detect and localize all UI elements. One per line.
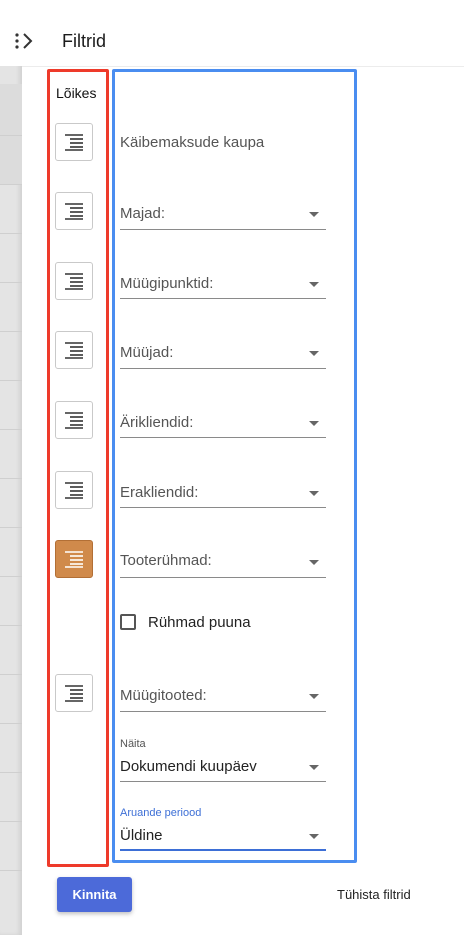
- product-groups-select-label: Tooterühmad:: [120, 552, 212, 569]
- chevron-down-icon[interactable]: [309, 834, 319, 839]
- align-right-lines-icon: [65, 685, 83, 702]
- segment-toggle-houses[interactable]: [55, 192, 93, 230]
- segment-toggle-business-clients[interactable]: [55, 401, 93, 439]
- background-page-strip: [0, 0, 22, 935]
- houses-select-underline: [120, 229, 326, 230]
- align-right-lines-icon: [65, 203, 83, 220]
- segment-column-highlight: [47, 69, 109, 867]
- private-clients-select-underline: [120, 507, 326, 508]
- apply-button[interactable]: Kinnita: [57, 877, 132, 912]
- chevron-right-expand-icon: [15, 33, 33, 49]
- show-by-label: Näita: [120, 738, 146, 750]
- segment-toggle-vat[interactable]: [55, 123, 93, 161]
- chevron-down-icon[interactable]: [309, 765, 319, 770]
- align-right-lines-icon: [65, 342, 83, 359]
- filters-column-highlight: [112, 69, 357, 863]
- sale-products-select-underline: [120, 711, 326, 712]
- chevron-down-icon[interactable]: [309, 282, 319, 287]
- sale-products-select-label: Müügitooted:: [120, 687, 207, 704]
- sale-points-select-label: Müügipunktid:: [120, 275, 214, 292]
- panel-header: Filtrid: [15, 0, 464, 67]
- segment-toggle-private-clients[interactable]: [55, 471, 93, 509]
- align-right-lines-icon: [65, 551, 83, 568]
- collapse-panel-button[interactable]: [12, 28, 38, 54]
- segment-toggle-product-groups[interactable]: [55, 540, 93, 578]
- segment-toggle-sale-points[interactable]: [55, 262, 93, 300]
- sellers-select-label: Müüjad:: [120, 344, 174, 361]
- segment-toggle-sale-products[interactable]: [55, 674, 93, 712]
- business-clients-select-underline: [120, 437, 326, 438]
- panel-title: Filtrid: [62, 31, 106, 51]
- align-right-lines-icon: [65, 273, 83, 290]
- chevron-down-icon[interactable]: [309, 351, 319, 356]
- align-right-lines-icon: [65, 412, 83, 429]
- filters-panel: Filtrid Lõikes Käibemaksude kaupa Majad:…: [15, 0, 464, 935]
- sellers-select-underline: [120, 368, 326, 369]
- houses-select-label: Majad:: [120, 205, 166, 222]
- chevron-down-icon[interactable]: [309, 421, 319, 426]
- private-clients-select-label: Erakliendid:: [120, 484, 199, 501]
- chevron-down-icon[interactable]: [309, 560, 319, 565]
- segments-label: Lõikes: [56, 85, 97, 101]
- segment-toggle-sellers[interactable]: [55, 331, 93, 369]
- show-by-select-underline: [120, 781, 326, 782]
- report-period-value: Üldine: [120, 827, 163, 844]
- report-period-select-underline: [120, 849, 326, 851]
- show-by-value: Dokumendi kuupäev: [120, 758, 257, 775]
- align-right-lines-icon: [65, 482, 83, 499]
- clear-filters-button[interactable]: Tühista filtrid: [337, 887, 411, 902]
- vat-breakdown-label: Käibemaksude kaupa: [120, 134, 265, 151]
- report-period-label: Aruande periood: [120, 807, 202, 819]
- align-right-lines-icon: [65, 134, 83, 151]
- groups-as-tree-checkbox[interactable]: [120, 614, 136, 630]
- product-groups-select-underline: [120, 577, 326, 578]
- sale-points-select-underline: [120, 298, 326, 299]
- business-clients-select-label: Ärikliendid:: [120, 414, 194, 431]
- chevron-down-icon[interactable]: [309, 694, 319, 699]
- groups-as-tree-label: Rühmad puuna: [148, 614, 251, 631]
- chevron-down-icon[interactable]: [309, 491, 319, 496]
- chevron-down-icon[interactable]: [309, 212, 319, 217]
